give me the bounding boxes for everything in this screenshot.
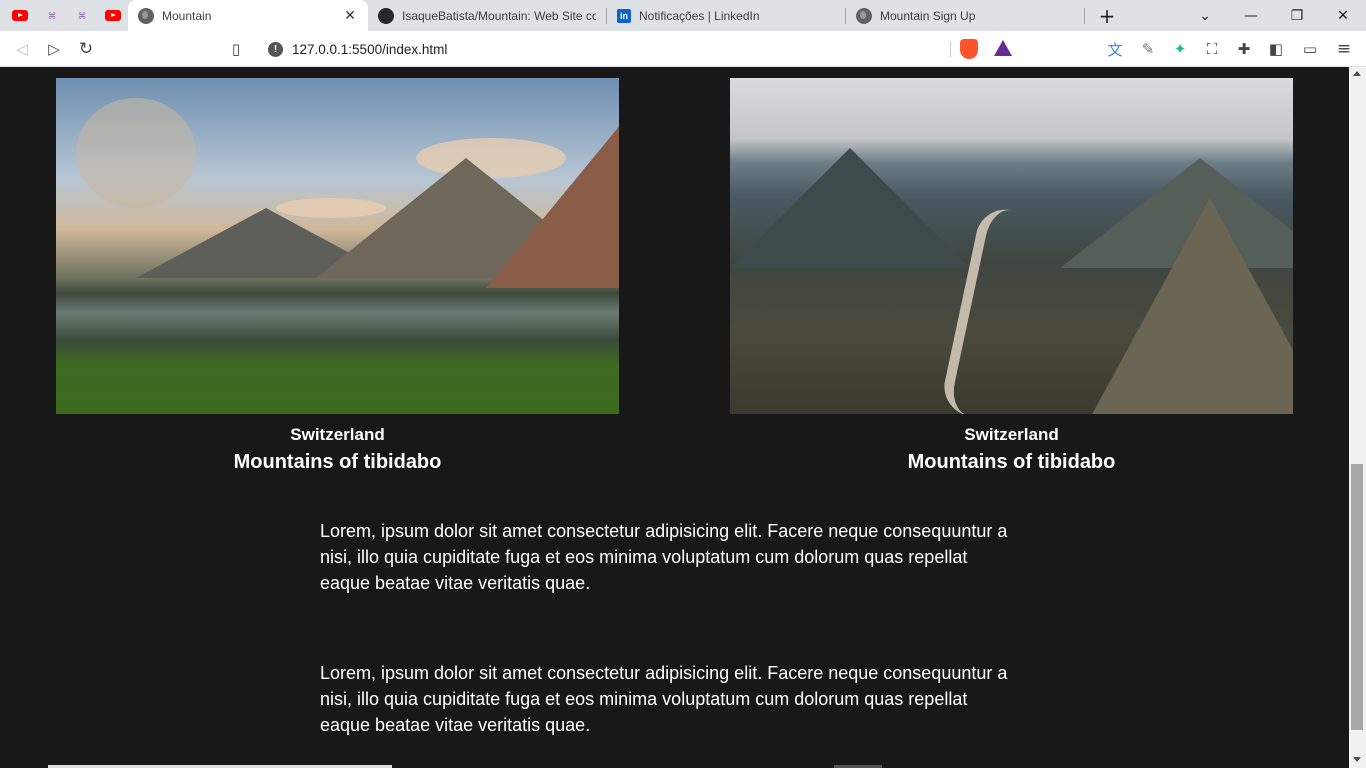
sidebar-icon[interactable]: ◧	[1264, 37, 1288, 61]
card-title: Mountains of tibidabo	[233, 451, 442, 473]
grid-icon: ⌘	[48, 8, 56, 23]
github-icon	[378, 7, 394, 24]
scroll-up-arrow-icon[interactable]	[1353, 71, 1361, 76]
tab-mountain[interactable]: Mountain ✕	[128, 0, 368, 31]
globe-icon	[856, 7, 872, 24]
grid-icon: ⌘	[78, 8, 86, 23]
url-text[interactable]: 127.0.0.1:5500/index.html	[292, 42, 447, 57]
wallet-icon[interactable]: ▭	[1298, 37, 1322, 61]
cloud-shape	[76, 98, 196, 208]
linkedin-icon: in	[617, 8, 631, 23]
card-country: Switzerland	[964, 425, 1059, 444]
globe-icon	[138, 7, 154, 24]
tab-title: Mountain	[162, 8, 212, 23]
pinned-tab-youtube[interactable]	[4, 0, 36, 31]
pinned-tab-grid[interactable]: ⌘	[36, 0, 68, 31]
youtube-icon	[12, 10, 28, 21]
new-tab-button[interactable]: +	[1084, 0, 1130, 31]
extensions-puzzle-icon[interactable]: ✚	[1232, 37, 1256, 61]
tab-title: IsaqueBatista/Mountain: Web Site cor	[402, 8, 596, 23]
scroll-thumb[interactable]	[1351, 464, 1363, 730]
window-close-icon[interactable]: ✕	[1320, 0, 1366, 31]
tab-github[interactable]: IsaqueBatista/Mountain: Web Site cor	[368, 0, 606, 31]
body-paragraph: Lorem, ipsum dolor sit amet consectetur …	[320, 521, 1008, 593]
close-icon[interactable]: ✕	[342, 8, 358, 24]
card-title: Mountains of tibidabo	[907, 451, 1116, 473]
brave-shields-icon[interactable]	[960, 39, 978, 59]
browser-toolbar: ◁ ▷ ↻ ▯ ! 127.0.0.1:5500/index.html 文 ✎ …	[0, 31, 1366, 67]
menu-icon[interactable]: ≡	[1332, 37, 1356, 61]
mountain-card: Switzerland Mountains of tibidabo	[56, 78, 619, 474]
site-info-icon[interactable]: !	[268, 41, 283, 57]
translate-icon[interactable]: 文	[1103, 37, 1127, 61]
pinned-tab-grid[interactable]: ⌘	[66, 0, 98, 31]
pinned-tab-youtube[interactable]	[97, 0, 129, 31]
extension-tool-icon[interactable]: ✎	[1136, 37, 1160, 61]
tab-strip: ⌘ ⌘ Mountain ✕ IsaqueBatista/Mountain: W…	[0, 0, 1366, 31]
reload-icon[interactable]: ↻	[74, 37, 98, 61]
minimize-icon[interactable]: —	[1228, 0, 1274, 31]
river-valley-photo	[730, 78, 1293, 414]
tab-signup[interactable]: Mountain Sign Up	[846, 0, 1084, 31]
page-content: Switzerland Mountains of tibidabo Switze…	[0, 67, 1349, 768]
screenshot-icon[interactable]: ⛶	[1200, 37, 1224, 61]
youtube-icon	[105, 10, 121, 21]
scroll-down-arrow-icon[interactable]	[1353, 757, 1361, 762]
omnibox-divider	[950, 41, 951, 57]
page-scrollbar[interactable]	[1349, 67, 1366, 768]
mountain-shape	[730, 148, 970, 268]
mountain-shape	[486, 118, 619, 288]
brave-rewards-icon[interactable]	[994, 40, 1012, 56]
tab-search-icon[interactable]: ⌄	[1182, 0, 1228, 31]
mountain-card: Switzerland Mountains of tibidabo	[730, 78, 1293, 474]
tab-title: Notificações | LinkedIn	[639, 8, 760, 23]
back-icon[interactable]: ◁	[10, 37, 34, 61]
mountain-lake-photo	[56, 78, 619, 414]
address-bar[interactable]: ! 127.0.0.1:5500/index.html	[258, 34, 1022, 64]
forward-icon[interactable]: ▷	[42, 37, 66, 61]
tab-linkedin[interactable]: in Notificações | LinkedIn	[607, 0, 845, 31]
body-paragraph: Lorem, ipsum dolor sit amet consectetur …	[320, 663, 1008, 735]
tab-title: Mountain Sign Up	[880, 8, 976, 23]
card-country: Switzerland	[290, 425, 385, 444]
bookmark-icon[interactable]: ▯	[224, 37, 248, 61]
extension-bird-icon[interactable]: ✦	[1168, 37, 1192, 61]
mountain-shape	[1090, 198, 1293, 414]
restore-icon[interactable]: ❐	[1274, 0, 1320, 31]
